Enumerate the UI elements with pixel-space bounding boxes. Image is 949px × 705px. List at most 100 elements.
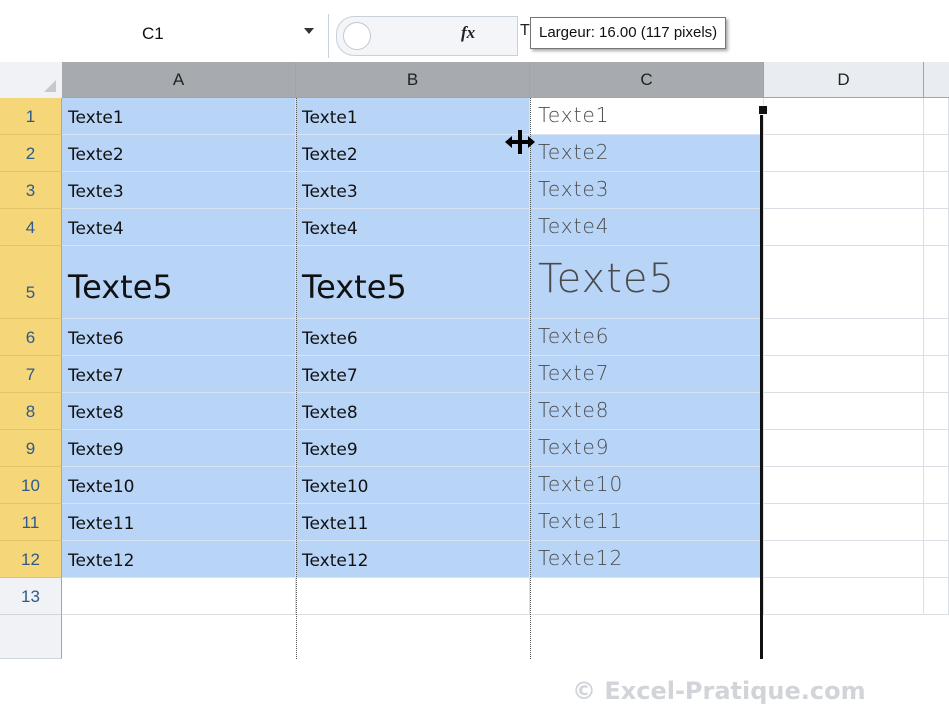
cell-b7[interactable]: Texte7 [296, 356, 530, 393]
cell-c11[interactable]: Texte11 [530, 504, 764, 541]
cell-d7[interactable] [764, 356, 924, 393]
cancel-circle-icon[interactable] [343, 22, 371, 50]
cell-b12[interactable]: Texte12 [296, 541, 530, 578]
cell-d6[interactable] [764, 319, 924, 356]
cell-c3[interactable]: Texte3 [530, 172, 764, 209]
cell-e7[interactable] [924, 356, 949, 393]
row-header-12[interactable]: 12 [0, 541, 62, 578]
cell-b1[interactable]: Texte1 [296, 98, 530, 135]
cell-c13[interactable] [530, 578, 764, 615]
cell-c2[interactable]: Texte2 [530, 135, 764, 172]
cell-b13[interactable] [296, 578, 530, 615]
cell-text: Texte11 [302, 514, 369, 534]
column-header-d[interactable]: D [764, 62, 924, 98]
cell-c1[interactable]: Texte1 [530, 98, 764, 135]
insert-function-icon[interactable]: fx [461, 23, 475, 43]
cell-a2[interactable]: Texte2 [62, 135, 296, 172]
cell-a3[interactable]: Texte3 [62, 172, 296, 209]
cell-d1[interactable] [764, 98, 924, 135]
cell-text: Texte1 [538, 103, 610, 127]
cell-c7[interactable]: Texte7 [530, 356, 764, 393]
cell-d13[interactable] [764, 578, 924, 615]
cell-b3[interactable]: Texte3 [296, 172, 530, 209]
cell-a10[interactable]: Texte10 [62, 467, 296, 504]
cell-c9[interactable]: Texte9 [530, 430, 764, 467]
cell-d12[interactable] [764, 541, 924, 578]
cell-d11[interactable] [764, 504, 924, 541]
row-header-2[interactable]: 2 [0, 135, 62, 172]
cell-a5[interactable]: Texte5 [62, 246, 296, 319]
cell-text: Texte6 [68, 329, 124, 349]
cell-c5[interactable]: Texte5 [530, 246, 764, 319]
cell-b4[interactable]: Texte4 [296, 209, 530, 246]
cell-b2[interactable]: Texte2 [296, 135, 530, 172]
cell-a4[interactable]: Texte4 [62, 209, 296, 246]
cell-text: Texte5 [68, 268, 173, 306]
column-header-c[interactable]: C [530, 62, 764, 98]
column-header-b[interactable]: B [296, 62, 530, 98]
cell-b9[interactable]: Texte9 [296, 430, 530, 467]
cell-d2[interactable] [764, 135, 924, 172]
row-header-8[interactable]: 8 [0, 393, 62, 430]
cell-b11[interactable]: Texte11 [296, 504, 530, 541]
cell-c6[interactable]: Texte6 [530, 319, 764, 356]
cell-c10[interactable]: Texte10 [530, 467, 764, 504]
cell-a6[interactable]: Texte6 [62, 319, 296, 356]
formula-input[interactable]: T [520, 22, 530, 40]
fill-handle[interactable] [758, 105, 768, 115]
row-header-1[interactable]: 1 [0, 98, 62, 135]
row-header-11[interactable]: 11 [0, 504, 62, 541]
cell-d5[interactable] [764, 246, 924, 319]
cell-b5[interactable]: Texte5 [296, 246, 530, 319]
row-header-13[interactable]: 13 [0, 578, 62, 615]
row-header-5[interactable]: 5 [0, 246, 62, 319]
cell-b6[interactable]: Texte6 [296, 319, 530, 356]
cell-d8[interactable] [764, 393, 924, 430]
cell-a8[interactable]: Texte8 [62, 393, 296, 430]
column-header-e[interactable] [924, 62, 949, 98]
cell-text: Texte4 [538, 214, 610, 238]
cell-b8[interactable]: Texte8 [296, 393, 530, 430]
name-box[interactable]: C1 [0, 14, 329, 58]
cell-a12[interactable]: Texte12 [62, 541, 296, 578]
cell-c12[interactable]: Texte12 [530, 541, 764, 578]
cell-e10[interactable] [924, 467, 949, 504]
cell-a7[interactable]: Texte7 [62, 356, 296, 393]
cell-e5[interactable] [924, 246, 949, 319]
cell-e3[interactable] [924, 172, 949, 209]
cell-e13[interactable] [924, 578, 949, 615]
row-header-10[interactable]: 10 [0, 467, 62, 504]
cell-e2[interactable] [924, 135, 949, 172]
cell-e4[interactable] [924, 209, 949, 246]
cell-c4[interactable]: Texte4 [530, 209, 764, 246]
cell-e8[interactable] [924, 393, 949, 430]
cell-b10[interactable]: Texte10 [296, 467, 530, 504]
cell-e9[interactable] [924, 430, 949, 467]
cell-text: Texte4 [68, 219, 124, 239]
cell-a9[interactable]: Texte9 [62, 430, 296, 467]
formula-bar: C1 fx T Largeur: 16.00 (117 pixels) [0, 0, 949, 63]
cell-e11[interactable] [924, 504, 949, 541]
row-header-3[interactable]: 3 [0, 172, 62, 209]
column-header-a[interactable]: A [62, 62, 296, 98]
select-all-corner[interactable] [0, 62, 63, 99]
row-header-filler [0, 615, 62, 659]
row-header-6[interactable]: 6 [0, 319, 62, 356]
cell-e1[interactable] [924, 98, 949, 135]
cell-d9[interactable] [764, 430, 924, 467]
row-header-7[interactable]: 7 [0, 356, 62, 393]
row-header-4[interactable]: 4 [0, 209, 62, 246]
cell-e6[interactable] [924, 319, 949, 356]
cell-e12[interactable] [924, 541, 949, 578]
row-header-9[interactable]: 9 [0, 430, 62, 467]
chevron-down-icon[interactable] [304, 28, 314, 34]
cell-c8[interactable]: Texte8 [530, 393, 764, 430]
cell-a13[interactable] [62, 578, 296, 615]
cell-d4[interactable] [764, 209, 924, 246]
cell-a1[interactable]: Texte1 [62, 98, 296, 135]
cell-text: Texte9 [538, 435, 610, 459]
cell-d3[interactable] [764, 172, 924, 209]
cell-d10[interactable] [764, 467, 924, 504]
cell-a11[interactable]: Texte11 [62, 504, 296, 541]
cell-text: Texte11 [538, 509, 624, 533]
